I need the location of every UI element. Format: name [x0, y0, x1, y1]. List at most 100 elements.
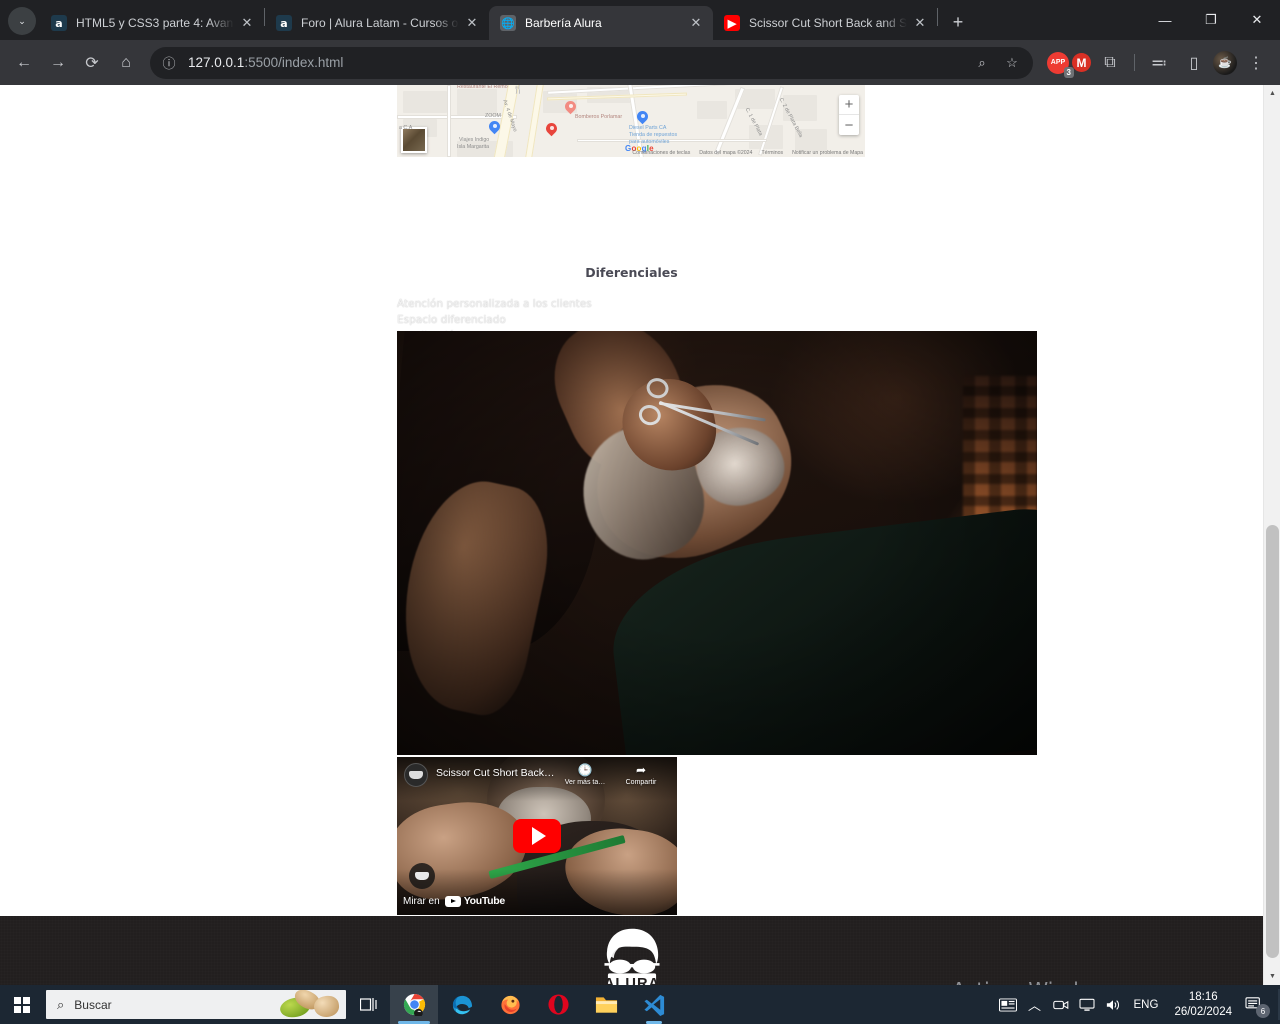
map-attr-report[interactable]: Notificar un problema de Mapa [792, 150, 863, 156]
search-placeholder: Buscar [74, 997, 112, 1012]
logo-word: ALURA [603, 976, 659, 985]
list-item: Atención personalizada a los clientes [397, 298, 592, 310]
extensions-puzzle-icon[interactable]: ⧉ [1094, 47, 1126, 79]
url-text: 127.0.0.1:5500/index.html [182, 55, 969, 70]
tab-strip: ⌄ a HTML5 y CSS3 parte 4: Avanzan ✕ a Fo… [0, 0, 1280, 40]
opera-icon [547, 994, 569, 1015]
video-title[interactable]: Scissor Cut Short Back and Sides M… [436, 763, 557, 780]
taskbar-app-opera[interactable] [534, 985, 582, 1024]
page-content: 🍴 + − Google Restaurante El Remo ZOOM Vi… [0, 85, 1263, 985]
omnibox-actions: ⌕ ☆ [969, 50, 1025, 76]
task-view-button[interactable] [346, 985, 390, 1024]
close-icon[interactable]: ✕ [238, 14, 256, 32]
map-zoom-in-button[interactable]: + [839, 95, 859, 115]
browser-window: ⌄ a HTML5 y CSS3 parte 4: Avanzan ✕ a Fo… [0, 0, 1280, 985]
map-attr-terms[interactable]: Términos [761, 150, 783, 156]
youtube-video-embed[interactable]: Scissor Cut Short Back and Sides M… 🕒 Ve… [397, 757, 677, 915]
map-label: Restaurante El Remo [457, 85, 508, 90]
toolbar-divider [1134, 54, 1135, 71]
language-indicator[interactable]: ENG [1126, 985, 1167, 1024]
taskbar-app-vscode[interactable] [630, 985, 678, 1024]
map-pin-diesel-parts [637, 111, 648, 126]
browser-toolbar: ← → ⟳ ⌂ ⓘ 127.0.0.1:5500/index.html ⌕ ☆ … [0, 40, 1280, 85]
watch-on-youtube-button[interactable]: Mirar en YouTube [403, 895, 505, 907]
clock-icon: 🕒 [577, 763, 593, 777]
taskbar-app-file-explorer[interactable] [582, 985, 630, 1024]
watch-later-button[interactable]: 🕒 Ver más ta… [557, 763, 613, 786]
map-label: Diesel Parts CA [629, 125, 667, 131]
address-bar[interactable]: ⓘ 127.0.0.1:5500/index.html ⌕ ☆ [150, 46, 1033, 79]
close-icon[interactable]: ✕ [687, 14, 705, 32]
minimize-button[interactable]: — [1142, 0, 1188, 40]
profile-avatar[interactable]: ☕ [1213, 50, 1237, 75]
map-pin-barberia [546, 123, 557, 138]
search-icon: ⌕ [57, 996, 65, 1012]
video-top-bar: Scissor Cut Short Back and Sides M… 🕒 Ve… [397, 757, 677, 801]
network-monitor-icon[interactable] [1074, 985, 1100, 1024]
task-view-icon [359, 998, 377, 1011]
windows-taskbar: ⌕ Buscar ︿ ENG 18:16 26/02/2024 6 [0, 985, 1280, 1024]
channel-avatar[interactable] [404, 763, 428, 787]
restaurant-marker-icon: 🍴 [513, 85, 523, 94]
taskbar-app-firefox[interactable] [486, 985, 534, 1024]
forward-icon[interactable]: → [42, 47, 74, 79]
map-pin-zoom [489, 121, 500, 136]
youtube-logo-icon: YouTube [444, 895, 505, 907]
map-attr-data: Datos del mapa ©2024 [699, 150, 753, 156]
notification-center-button[interactable]: 6 [1240, 985, 1274, 1024]
show-hidden-icons-chevron[interactable]: ︿ [1022, 985, 1048, 1024]
back-icon[interactable]: ← [8, 47, 40, 79]
list-item: Espacio diferenciado [397, 314, 506, 327]
taskbar-app-list [390, 985, 678, 1024]
tab-foro-alura[interactable]: a Foro | Alura Latam - Cursos onli ✕ [265, 6, 489, 40]
chrome-menu-icon[interactable]: ⋮ [1240, 47, 1272, 79]
tab-search-button[interactable]: ⌄ [8, 7, 36, 35]
share-button[interactable]: ➦ Compartir [613, 763, 669, 786]
taskbar-search-box[interactable]: ⌕ Buscar [46, 990, 346, 1019]
map-label: Bomberos Porlamar [575, 114, 623, 120]
search-icon[interactable]: ⌕ [969, 50, 995, 76]
vscode-icon [643, 994, 664, 1016]
tab-html5-css3[interactable]: a HTML5 y CSS3 parte 4: Avanzan ✕ [40, 6, 264, 40]
start-button[interactable] [0, 985, 44, 1024]
play-button[interactable] [513, 819, 561, 853]
tab-scissor-cut-youtube[interactable]: ▶ Scissor Cut Short Back and Side ✕ [713, 6, 937, 40]
home-icon[interactable]: ⌂ [110, 47, 142, 79]
taskbar-app-edge[interactable] [438, 985, 486, 1024]
window-controls: — ❐ ✕ [1142, 0, 1280, 40]
camera-meet-icon[interactable] [1048, 985, 1074, 1024]
taskbar-app-chrome[interactable] [390, 985, 438, 1024]
close-icon[interactable]: ✕ [463, 14, 481, 32]
map-label: Tienda de repuestos [629, 132, 678, 138]
map-attribution: Combinaciones de teclas Datos del mapa ©… [632, 150, 863, 156]
reload-icon[interactable]: ⟳ [76, 47, 108, 79]
youtube-icon: ▶ [724, 15, 740, 31]
bookmark-star-icon[interactable]: ☆ [999, 50, 1025, 76]
clock[interactable]: 18:16 26/02/2024 [1166, 985, 1240, 1024]
maximize-button[interactable]: ❐ [1188, 0, 1234, 40]
scrollbar-thumb[interactable] [1266, 525, 1279, 958]
google-map-embed[interactable]: 🍴 + − Google Restaurante El Remo ZOOM Vi… [397, 85, 865, 157]
alura-a-icon: a [276, 15, 292, 31]
gmail-extension-icon[interactable]: M [1072, 53, 1091, 72]
tab-title: Barbería Alura [525, 16, 602, 30]
tab-separator [937, 8, 938, 26]
tab-title: HTML5 y CSS3 parte 4: Avanzan [76, 16, 234, 30]
map-label: para automóviles [629, 139, 670, 145]
map-attr-shortcuts[interactable]: Combinaciones de teclas [632, 150, 690, 156]
close-icon[interactable]: ✕ [911, 14, 929, 32]
page-scrollbar[interactable]: ▲ ▼ [1263, 85, 1280, 985]
app-extension-icon[interactable]: APP 3 [1047, 51, 1074, 78]
media-control-icon[interactable]: ≕ [1143, 47, 1175, 79]
tab-barberia-alura[interactable]: 🌐 Barbería Alura ✕ [489, 6, 713, 40]
scroll-up-icon[interactable]: ▲ [1264, 85, 1280, 102]
side-panel-icon[interactable]: ▯ [1178, 47, 1210, 79]
news-and-interests-icon[interactable] [994, 985, 1022, 1024]
scroll-down-icon[interactable]: ▼ [1264, 968, 1280, 985]
volume-icon[interactable] [1100, 985, 1126, 1024]
map-label: Viajes Indigo [459, 137, 490, 143]
new-tab-button[interactable]: + [944, 8, 972, 36]
site-info-icon[interactable]: ⓘ [156, 50, 182, 76]
close-window-button[interactable]: ✕ [1234, 0, 1280, 40]
map-zoom-out-button[interactable]: − [839, 115, 859, 135]
